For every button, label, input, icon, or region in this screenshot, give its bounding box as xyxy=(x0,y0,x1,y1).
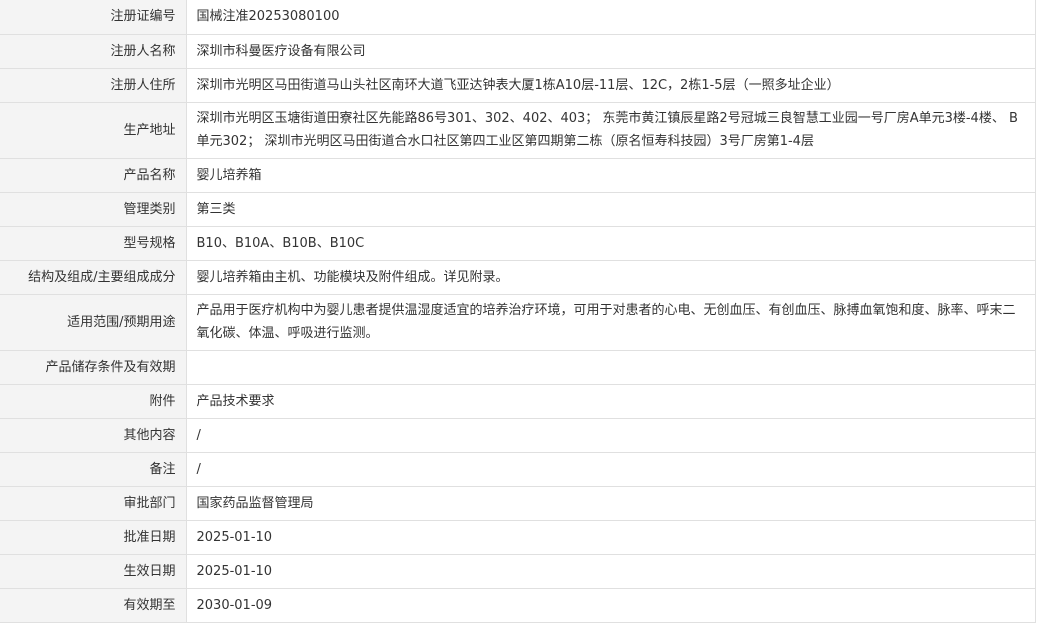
field-value: B10、B10A、B10B、B10C xyxy=(185,225,1036,261)
field-value: 第三类 xyxy=(185,191,1036,227)
field-value: / xyxy=(185,451,1036,487)
field-label: 其他内容 xyxy=(0,417,187,453)
registration-detail-table: 注册证编号 国械注准20253080100 注册人名称 深圳市科曼医疗设备有限公… xyxy=(0,0,1036,623)
row-product-name: 产品名称 婴儿培养箱 xyxy=(0,157,1036,193)
row-management-category: 管理类别 第三类 xyxy=(0,191,1036,227)
field-value: 国械注准20253080100 xyxy=(185,0,1036,35)
row-intended-use: 适用范围/预期用途 产品用于医疗机构中为婴儿患者提供温湿度适宜的培养治疗环境，可… xyxy=(0,293,1036,351)
field-value: 婴儿培养箱由主机、功能模块及附件组成。详见附录。 xyxy=(185,259,1036,295)
field-label: 生效日期 xyxy=(0,553,187,589)
row-storage-validity: 产品储存条件及有效期 xyxy=(0,349,1036,385)
row-approval-department: 审批部门 国家药品监督管理局 xyxy=(0,485,1036,521)
field-label: 有效期至 xyxy=(0,587,187,623)
field-value: 深圳市光明区玉塘街道田寮社区先能路86号301、302、402、403； 东莞市… xyxy=(185,101,1036,159)
field-label: 审批部门 xyxy=(0,485,187,521)
row-approval-date: 批准日期 2025-01-10 xyxy=(0,519,1036,555)
field-value: / xyxy=(185,417,1036,453)
field-value: 2025-01-10 xyxy=(185,519,1036,555)
row-production-address: 生产地址 深圳市光明区玉塘街道田寮社区先能路86号301、302、402、403… xyxy=(0,101,1036,159)
field-label: 生产地址 xyxy=(0,101,187,159)
field-label: 产品储存条件及有效期 xyxy=(0,349,187,385)
field-label: 管理类别 xyxy=(0,191,187,227)
row-remarks: 备注 / xyxy=(0,451,1036,487)
field-value: 深圳市科曼医疗设备有限公司 xyxy=(185,33,1036,69)
row-registrant-name: 注册人名称 深圳市科曼医疗设备有限公司 xyxy=(0,33,1036,69)
row-other-content: 其他内容 / xyxy=(0,417,1036,453)
field-label: 附件 xyxy=(0,383,187,419)
field-value: 产品用于医疗机构中为婴儿患者提供温湿度适宜的培养治疗环境，可用于对患者的心电、无… xyxy=(185,293,1036,351)
row-registrant-address: 注册人住所 深圳市光明区马田街道马山头社区南环大道飞亚达钟表大厦1栋A10层-1… xyxy=(0,67,1036,103)
field-value: 产品技术要求 xyxy=(185,383,1036,419)
field-label: 备注 xyxy=(0,451,187,487)
field-value: 婴儿培养箱 xyxy=(185,157,1036,193)
field-label: 注册人住所 xyxy=(0,67,187,103)
row-registration-number: 注册证编号 国械注准20253080100 xyxy=(0,0,1036,35)
field-label: 批准日期 xyxy=(0,519,187,555)
field-value: 国家药品监督管理局 xyxy=(185,485,1036,521)
field-value: 2030-01-09 xyxy=(185,587,1036,623)
row-attachment: 附件 产品技术要求 xyxy=(0,383,1036,419)
field-label: 型号规格 xyxy=(0,225,187,261)
row-expiry-date: 有效期至 2030-01-09 xyxy=(0,587,1036,623)
row-model-spec: 型号规格 B10、B10A、B10B、B10C xyxy=(0,225,1036,261)
field-label: 注册证编号 xyxy=(0,0,187,35)
field-value: 2025-01-10 xyxy=(185,553,1036,589)
field-value xyxy=(185,349,1036,385)
field-label: 产品名称 xyxy=(0,157,187,193)
field-label: 注册人名称 xyxy=(0,33,187,69)
field-label: 结构及组成/主要组成成分 xyxy=(0,259,187,295)
field-label: 适用范围/预期用途 xyxy=(0,293,187,351)
row-effective-date: 生效日期 2025-01-10 xyxy=(0,553,1036,589)
row-structure-composition: 结构及组成/主要组成成分 婴儿培养箱由主机、功能模块及附件组成。详见附录。 xyxy=(0,259,1036,295)
field-value: 深圳市光明区马田街道马山头社区南环大道飞亚达钟表大厦1栋A10层-11层、12C… xyxy=(185,67,1036,103)
